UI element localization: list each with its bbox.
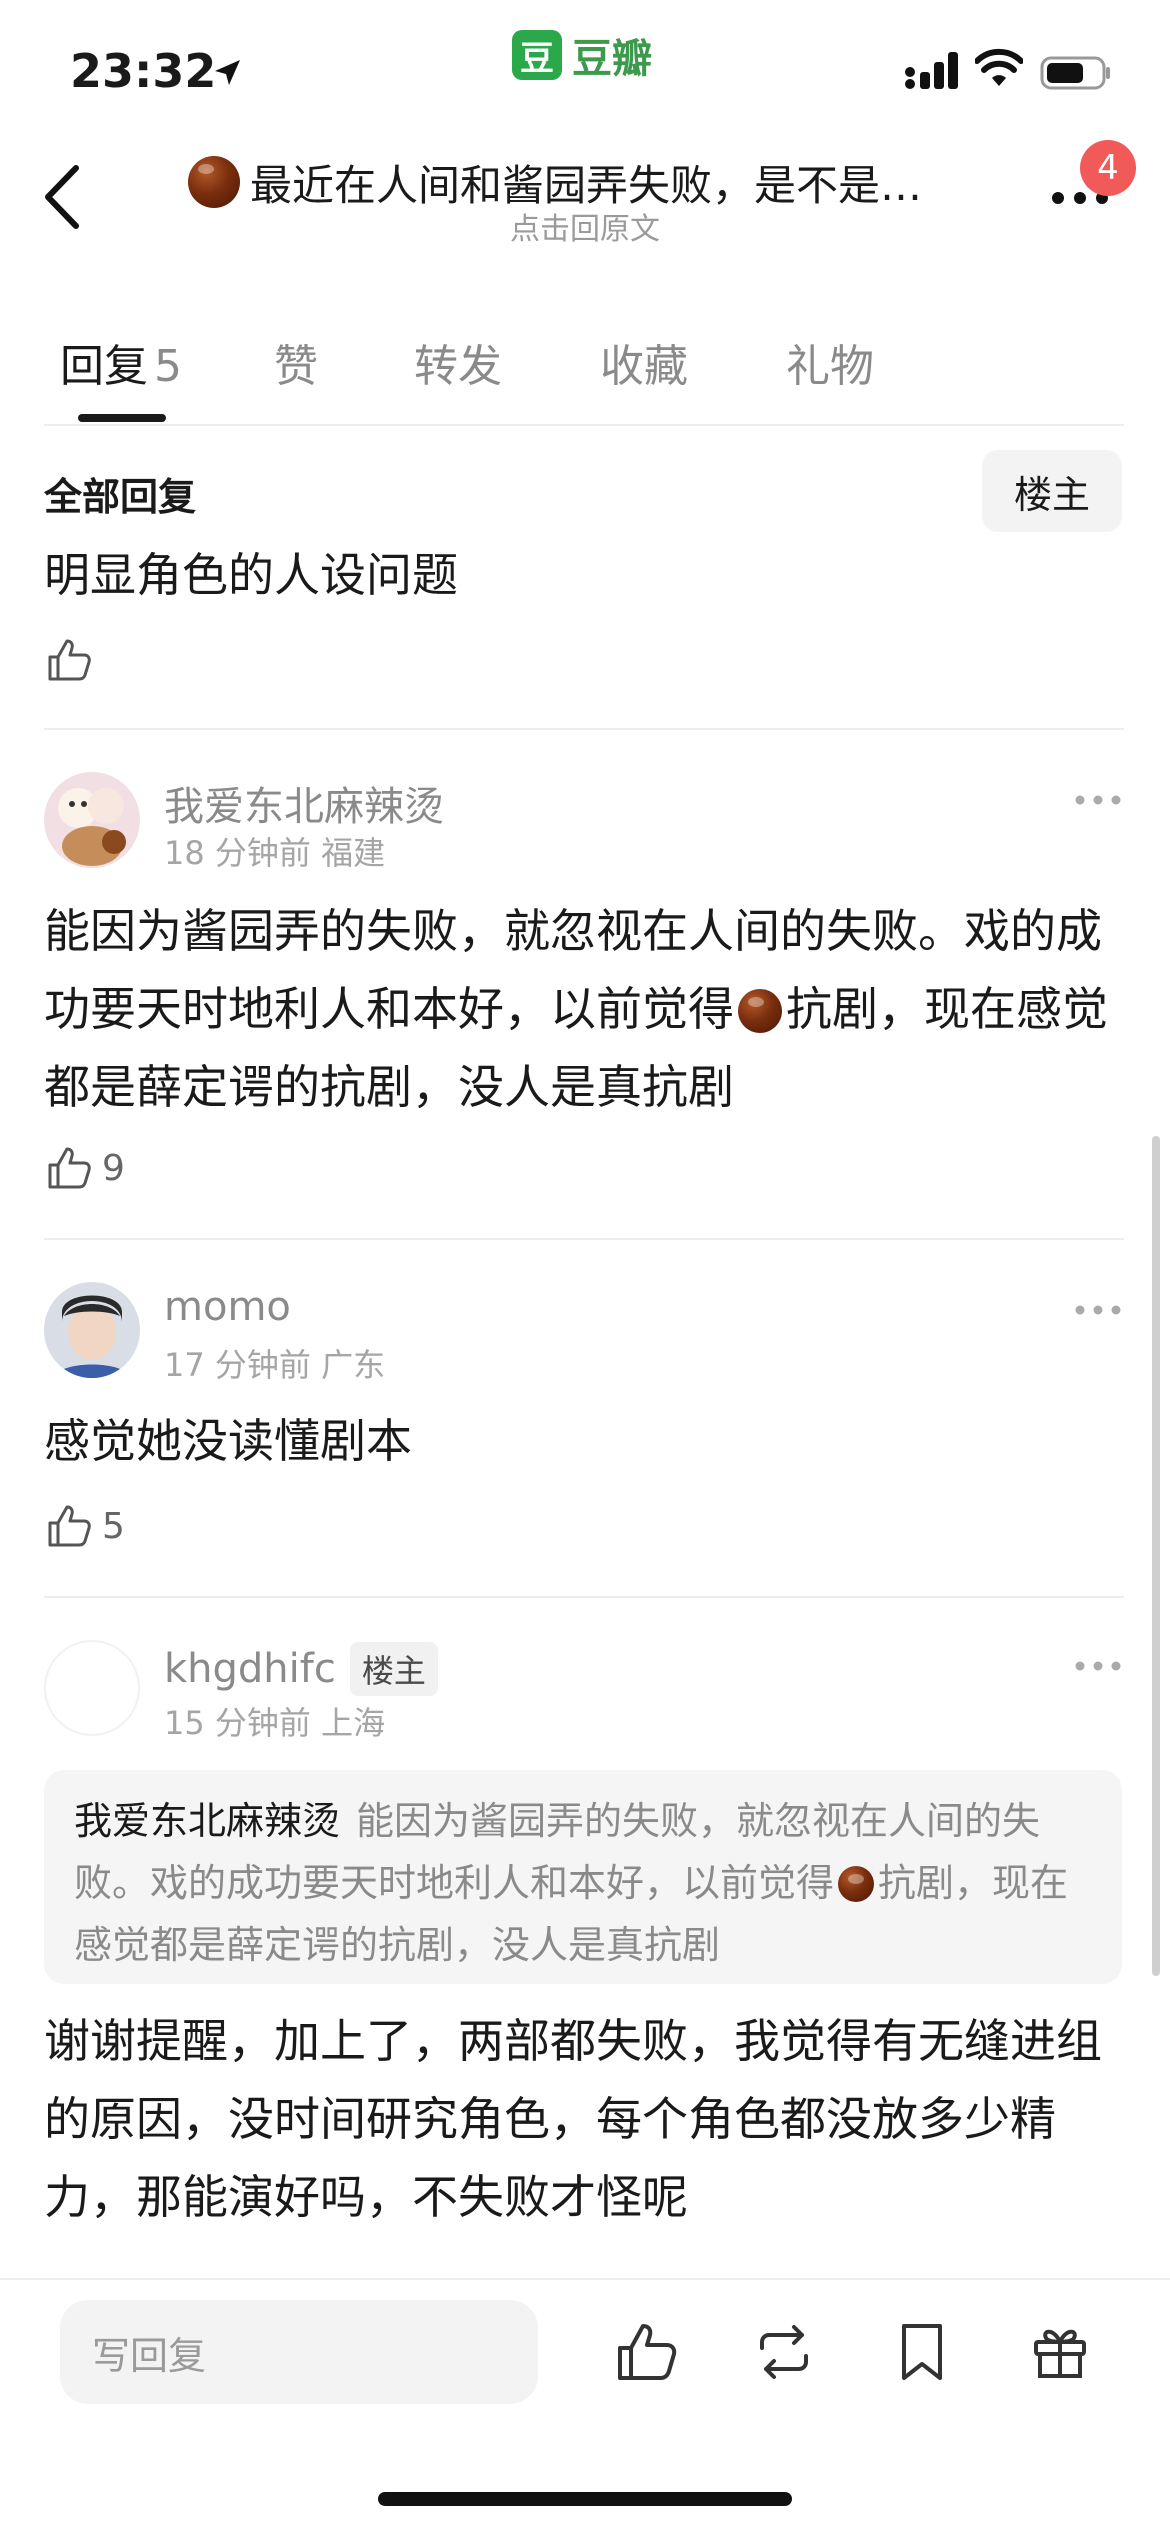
back-to-post-link[interactable]: 点击回原文 <box>0 204 1170 248</box>
op-tag: 楼主 <box>349 1642 438 1696</box>
app-logo: 豆 <box>512 30 562 80</box>
reply-text: 明显角色的人设问题 <box>44 548 458 602</box>
avatar[interactable] <box>44 772 140 868</box>
chestnut-emoji-icon <box>188 156 240 208</box>
thumbs-up-icon <box>48 639 91 681</box>
reply-more-icon[interactable] <box>1074 790 1122 810</box>
wifi-icon <box>975 48 1023 86</box>
bookmark-icon[interactable] <box>888 2318 956 2386</box>
username-row: khgdhifc 楼主 <box>164 1642 438 1696</box>
reply-meta: 15 分钟前 上海 <box>164 1704 386 1742</box>
tab-likes[interactable]: 赞 <box>274 330 318 394</box>
op-only-filter-button[interactable]: 楼主 <box>982 450 1122 532</box>
reply-text: 感觉她没读懂剧本 <box>44 1414 412 1468</box>
like-button[interactable]: 5 <box>44 1498 125 1554</box>
reply-text: 能因为酱园弄的失败，就忽视在人间的失败。戏的成功要天时地利人和本好，以前觉得 抗剧… <box>44 892 1134 1126</box>
avatar[interactable] <box>44 1640 140 1736</box>
tab-label: 回复 <box>60 341 148 392</box>
chestnut-emoji-icon <box>738 989 782 1033</box>
quoted-author: 我爱东北麻辣烫 <box>74 1799 341 1843</box>
like-count: 9 <box>102 1147 125 1189</box>
reply-input[interactable]: 写回复 <box>60 2300 538 2404</box>
username[interactable]: 我爱东北麻辣烫 <box>164 774 444 832</box>
section-title: 全部回复 <box>44 475 197 519</box>
app-brand: 豆 豆瓣 <box>512 30 652 82</box>
like-count: 5 <box>102 1505 125 1547</box>
thumbs-up-icon <box>48 1505 91 1547</box>
tab-gifts[interactable]: 礼物 <box>786 330 874 394</box>
reply-divider <box>44 1238 1124 1240</box>
username[interactable]: khgdhifc <box>164 1646 336 1692</box>
battery-icon <box>1040 56 1110 90</box>
scrollbar[interactable] <box>1152 1136 1160 1976</box>
gift-icon[interactable] <box>1026 2318 1094 2386</box>
chestnut-emoji-icon <box>838 1866 875 1902</box>
status-time: 23:32 <box>70 44 217 98</box>
notification-badge: 4 <box>1080 140 1136 196</box>
repost-icon[interactable] <box>750 2318 818 2386</box>
app-brand-name: 豆瓣 <box>572 36 652 82</box>
like-button[interactable]: 9 <box>44 1140 125 1196</box>
tab-replies[interactable]: 回复 5 <box>60 330 182 394</box>
reply-divider <box>44 1596 1124 1598</box>
reply-meta: 18 分钟前 福建 <box>164 834 386 872</box>
tab-reposts[interactable]: 转发 <box>414 330 502 394</box>
username[interactable]: momo <box>164 1284 291 1330</box>
reply-more-icon[interactable] <box>1074 1656 1122 1676</box>
active-tab-indicator <box>78 414 166 422</box>
reply-meta: 17 分钟前 广东 <box>164 1346 386 1384</box>
quoted-reply-text: 我爱东北麻辣烫 能因为酱园弄的失败，就忽视在人间的失败。戏的成功要天时地利人和本好… <box>74 1790 1104 1976</box>
home-indicator <box>378 2492 792 2506</box>
thumbs-up-icon[interactable] <box>612 2318 680 2386</box>
reply-divider <box>44 728 1124 730</box>
reply-text: 谢谢提醒，加上了，两部都失败，我觉得有无缝进组的原因，没时间研究角色，每个角色都… <box>44 2014 1102 2224</box>
avatar[interactable] <box>44 1282 140 1378</box>
like-button[interactable] <box>44 632 102 688</box>
tab-favorites[interactable]: 收藏 <box>600 330 688 394</box>
tab-count: 5 <box>154 341 182 392</box>
signal-icon <box>905 52 958 89</box>
location-arrow-icon <box>215 60 240 85</box>
thumbs-up-icon <box>48 1147 91 1189</box>
reply-more-icon[interactable] <box>1074 1300 1122 1320</box>
tabs-divider <box>44 424 1124 426</box>
